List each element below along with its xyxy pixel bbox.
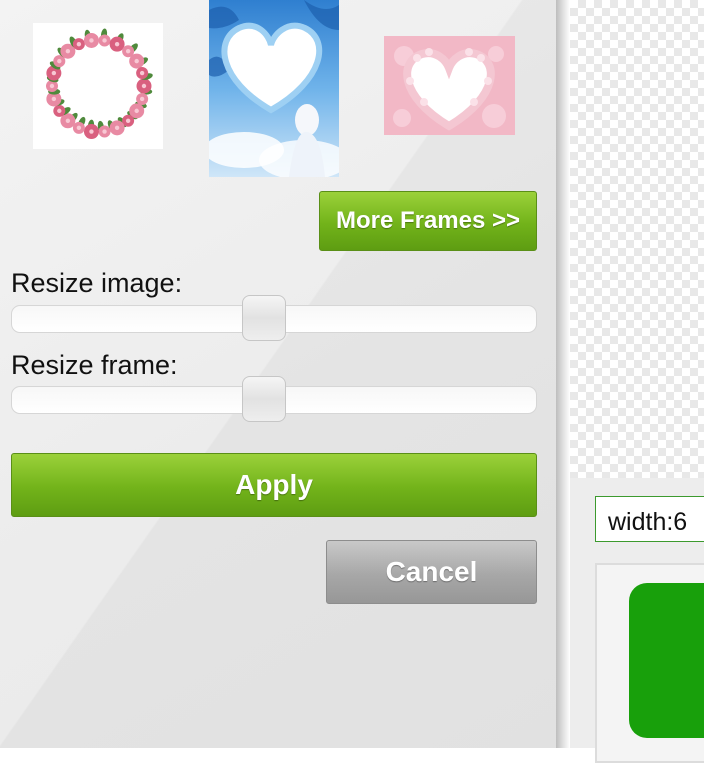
flower-wreath-image — [33, 23, 163, 149]
resize-frame-slider[interactable] — [11, 376, 537, 422]
panel-edge-shadow — [556, 0, 570, 748]
apply-button[interactable]: Apply — [11, 453, 537, 517]
width-input[interactable] — [595, 496, 704, 542]
frame-thumbnail-pink-heart[interactable] — [384, 36, 515, 135]
frame-options-panel: More Frames >> Resize image: Resize fram… — [0, 0, 562, 748]
resize-image-slider-handle[interactable] — [241, 295, 286, 341]
frame-thumbnail-blue-heart[interactable] — [209, 0, 339, 177]
transparent-canvas-preview — [570, 0, 704, 478]
more-frames-button[interactable]: More Frames >> — [319, 191, 537, 251]
resize-image-label: Resize image: — [11, 268, 183, 298]
green-action-button[interactable] — [629, 583, 704, 738]
resize-frame-slider-handle[interactable] — [241, 376, 286, 422]
resize-image-slider[interactable] — [11, 295, 537, 341]
blue-heart-frame-image — [209, 0, 339, 177]
cancel-button[interactable]: Cancel — [326, 540, 537, 604]
resize-frame-label: Resize frame: — [11, 350, 178, 380]
frame-thumbnail-flower-wreath[interactable] — [33, 23, 163, 149]
pink-heart-frame-image — [384, 36, 515, 135]
